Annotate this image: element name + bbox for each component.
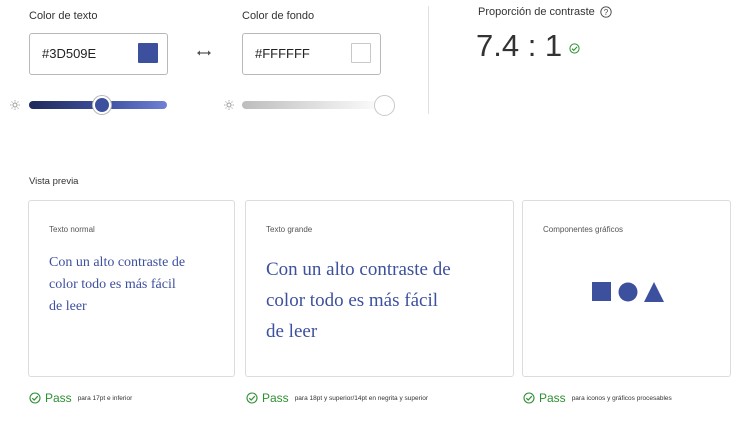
- pass-result-graphic-components: Pass para iconos y gráficos procesables: [523, 391, 672, 405]
- sample-line: de leer: [266, 321, 318, 342]
- brightness-low-icon: [224, 100, 234, 110]
- text-color-slider-thumb[interactable]: [93, 96, 111, 114]
- card-title: Texto normal: [49, 225, 95, 234]
- text-color-label: Color de texto: [29, 10, 98, 22]
- background-color-slider-thumb[interactable]: [374, 95, 395, 116]
- background-color-swatch[interactable]: [351, 43, 371, 63]
- preview-label: Vista previa: [29, 176, 79, 187]
- check-circle-icon: [523, 392, 535, 404]
- pass-status: Pass: [262, 391, 289, 405]
- sample-text-large: Con un alto contraste de color todo es m…: [266, 254, 451, 347]
- check-circle-icon: [569, 42, 580, 54]
- sample-line: de leer: [49, 299, 87, 314]
- question-circle-icon[interactable]: ?: [600, 6, 612, 18]
- svg-text:?: ?: [604, 8, 609, 17]
- sample-text-normal: Con un alto contraste de color todo es m…: [49, 252, 185, 318]
- sample-line: color todo es más fácil: [49, 277, 176, 292]
- background-color-brightness-slider[interactable]: [242, 101, 388, 109]
- contrast-ratio-row: 7.4 : 1: [476, 28, 580, 64]
- vertical-divider: [428, 6, 429, 114]
- contrast-ratio-label-row: Proporción de contraste ?: [478, 6, 612, 18]
- text-color-field[interactable]: #3D509E: [29, 33, 168, 75]
- circle-shape: [618, 282, 638, 302]
- check-circle-icon: [246, 392, 258, 404]
- square-shape: [592, 282, 611, 301]
- sample-line: Con un alto contraste de: [266, 259, 451, 280]
- pass-result-normal-text: Pass para 17pt e inferior: [29, 391, 132, 405]
- check-circle-icon: [29, 392, 41, 404]
- contrast-ratio-label: Proporción de contraste: [478, 6, 595, 18]
- pass-description: para iconos y gráficos procesables: [571, 394, 672, 402]
- card-title: Componentes gráficos: [543, 225, 624, 234]
- preview-card-normal-text: Texto normal Con un alto contraste de co…: [28, 200, 235, 377]
- contrast-ratio-value: 7.4 : 1: [476, 28, 563, 63]
- preview-card-graphic-components: Componentes gráficos: [522, 200, 731, 377]
- brightness-low-icon: [10, 100, 20, 110]
- background-color-label: Color de fondo: [242, 10, 315, 22]
- triangle-shape: [644, 282, 664, 302]
- pass-status: Pass: [45, 391, 72, 405]
- preview-card-large-text: Texto grande Con un alto contraste de co…: [245, 200, 514, 377]
- background-color-value[interactable]: #FFFFFF: [255, 46, 310, 61]
- swap-arrows-icon[interactable]: [197, 49, 211, 57]
- sample-line: Con un alto contraste de: [49, 255, 186, 270]
- background-color-field[interactable]: #FFFFFF: [242, 33, 381, 75]
- pass-description: para 17pt e inferior: [77, 394, 133, 402]
- card-title: Texto grande: [266, 225, 313, 234]
- shapes-preview: [592, 282, 664, 302]
- text-color-value[interactable]: #3D509E: [42, 46, 96, 61]
- pass-description: para 18pt y superior/14pt en negrita y s…: [294, 394, 429, 402]
- sample-line: color todo es más fácil: [266, 290, 439, 311]
- pass-status: Pass: [539, 391, 566, 405]
- text-color-swatch[interactable]: [138, 43, 158, 63]
- pass-result-large-text: Pass para 18pt y superior/14pt en negrit…: [246, 391, 428, 405]
